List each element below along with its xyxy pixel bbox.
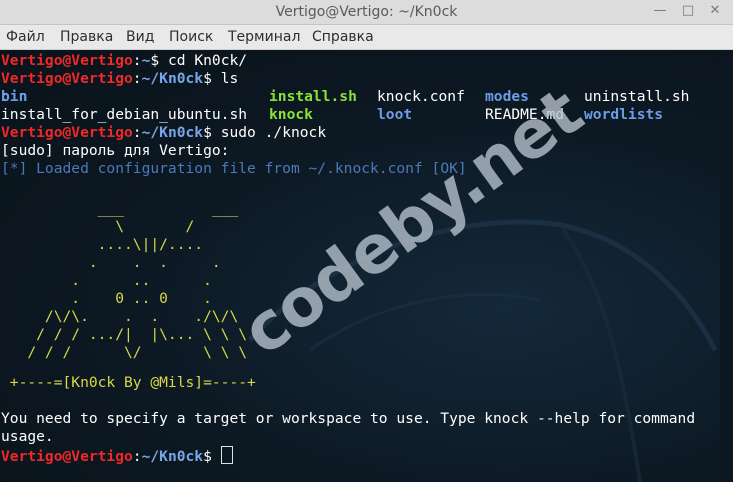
menu-search[interactable]: Поиск: [167, 25, 215, 49]
banner-line: +----=[Kn0ck By @Mils]=----+: [1, 374, 256, 391]
prompt-separator: :: [132, 70, 142, 87]
ascii-art-line: \ /: [1, 218, 195, 235]
prompt-path: ~/Kn0ck: [141, 124, 204, 141]
ls-entry-uninstall-sh: uninstall.sh: [584, 88, 690, 105]
minimize-icon[interactable]: —: [652, 3, 668, 19]
ascii-art-line: / / / \/ \ \ \: [1, 344, 248, 361]
command-text: sudo ./knock: [211, 124, 327, 141]
prompt-separator: :: [132, 52, 142, 69]
ls-entry-knock-conf: knock.conf: [377, 88, 465, 105]
ascii-art-line: . . . .: [1, 254, 221, 271]
ascii-art-line: /\/\. . . ./\/\: [1, 308, 239, 325]
prompt-user: Vertigo@Vertigo: [1, 70, 133, 87]
sudo-password-prompt: [sudo] пароль для Vertigo:: [1, 142, 230, 159]
prompt-sigil: $: [203, 70, 212, 87]
text-cursor[interactable]: [220, 446, 233, 464]
menu-view[interactable]: Вид: [124, 25, 156, 49]
terminal-line: Vertigo@Vertigo:~$ cd Kn0ck/: [1, 52, 247, 70]
info-text: [*] Loaded configuration file from ~/.kn…: [1, 160, 441, 177]
prompt-user: Vertigo@Vertigo: [1, 52, 133, 69]
menu-help[interactable]: Справка: [310, 25, 376, 49]
menu-file[interactable]: Файл: [4, 25, 47, 49]
prompt-user: Vertigo@Vertigo: [1, 448, 133, 465]
config-loaded-line: [*] Loaded configuration file from ~/.kn…: [1, 160, 467, 178]
terminal-line: Vertigo@Vertigo:~/Kn0ck$ sudo ./knock: [1, 124, 326, 142]
prompt-path: ~/Kn0ck: [141, 448, 204, 465]
usage-message: You need to specify a target or workspac…: [1, 410, 696, 427]
window-title: Vertigo@Vertigo: ~/Kn0ck: [275, 4, 458, 20]
ascii-art-line: ....\||/....: [1, 236, 204, 253]
prompt-separator: :: [132, 448, 142, 465]
terminal-line: Vertigo@Vertigo:~/Kn0ck$ ls: [1, 70, 238, 88]
active-prompt-line: Vertigo@Vertigo:~/Kn0ck$: [1, 446, 233, 465]
usage-message-cont: usage.: [1, 428, 54, 445]
command-text: ls: [211, 70, 239, 87]
ls-entry-loot: loot: [377, 106, 413, 123]
prompt-sigil: $: [203, 448, 212, 465]
terminal-scrollbar[interactable]: [720, 50, 733, 482]
ascii-art-line: ___ ___: [1, 200, 239, 217]
ascii-art-line: . 0 .. 0 .: [1, 290, 212, 307]
ascii-art-line: / / / .../| |\... \ \ \: [1, 326, 248, 343]
prompt-separator: :: [132, 124, 142, 141]
prompt-sigil: $: [203, 124, 212, 141]
prompt-user: Vertigo@Vertigo: [1, 124, 133, 141]
ls-entry-wordlists: wordlists: [584, 106, 664, 123]
title-bar[interactable]: Vertigo@Vertigo: ~/Kn0ck — □ ✕: [0, 0, 733, 25]
menu-terminal[interactable]: Терминал: [226, 25, 302, 49]
ls-entry-bin: bin: [1, 88, 28, 105]
ls-entry-install-sh: install.sh: [269, 88, 357, 105]
ls-entry-knock: knock: [269, 106, 313, 123]
prompt-path: ~/Kn0ck: [141, 70, 204, 87]
terminal-window: Vertigo@Vertigo: ~/Kn0ck — □ ✕ Файл Прав…: [0, 0, 733, 482]
command-text: cd Kn0ck/: [159, 52, 248, 69]
terminal-output[interactable]: Vertigo@Vertigo:~$ cd Kn0ck/ Vertigo@Ver…: [0, 50, 720, 482]
menu-edit[interactable]: Правка: [58, 25, 115, 49]
menu-bar: Файл Правка Вид Поиск Терминал Справка: [0, 25, 733, 50]
ascii-art-line: . .. .: [1, 272, 212, 289]
maximize-icon[interactable]: □: [680, 3, 696, 19]
ls-entry-install-debian: install_for_debian_ubuntu.sh: [1, 106, 248, 123]
close-icon[interactable]: ✕: [707, 3, 723, 19]
prompt-sigil: $: [150, 52, 160, 69]
